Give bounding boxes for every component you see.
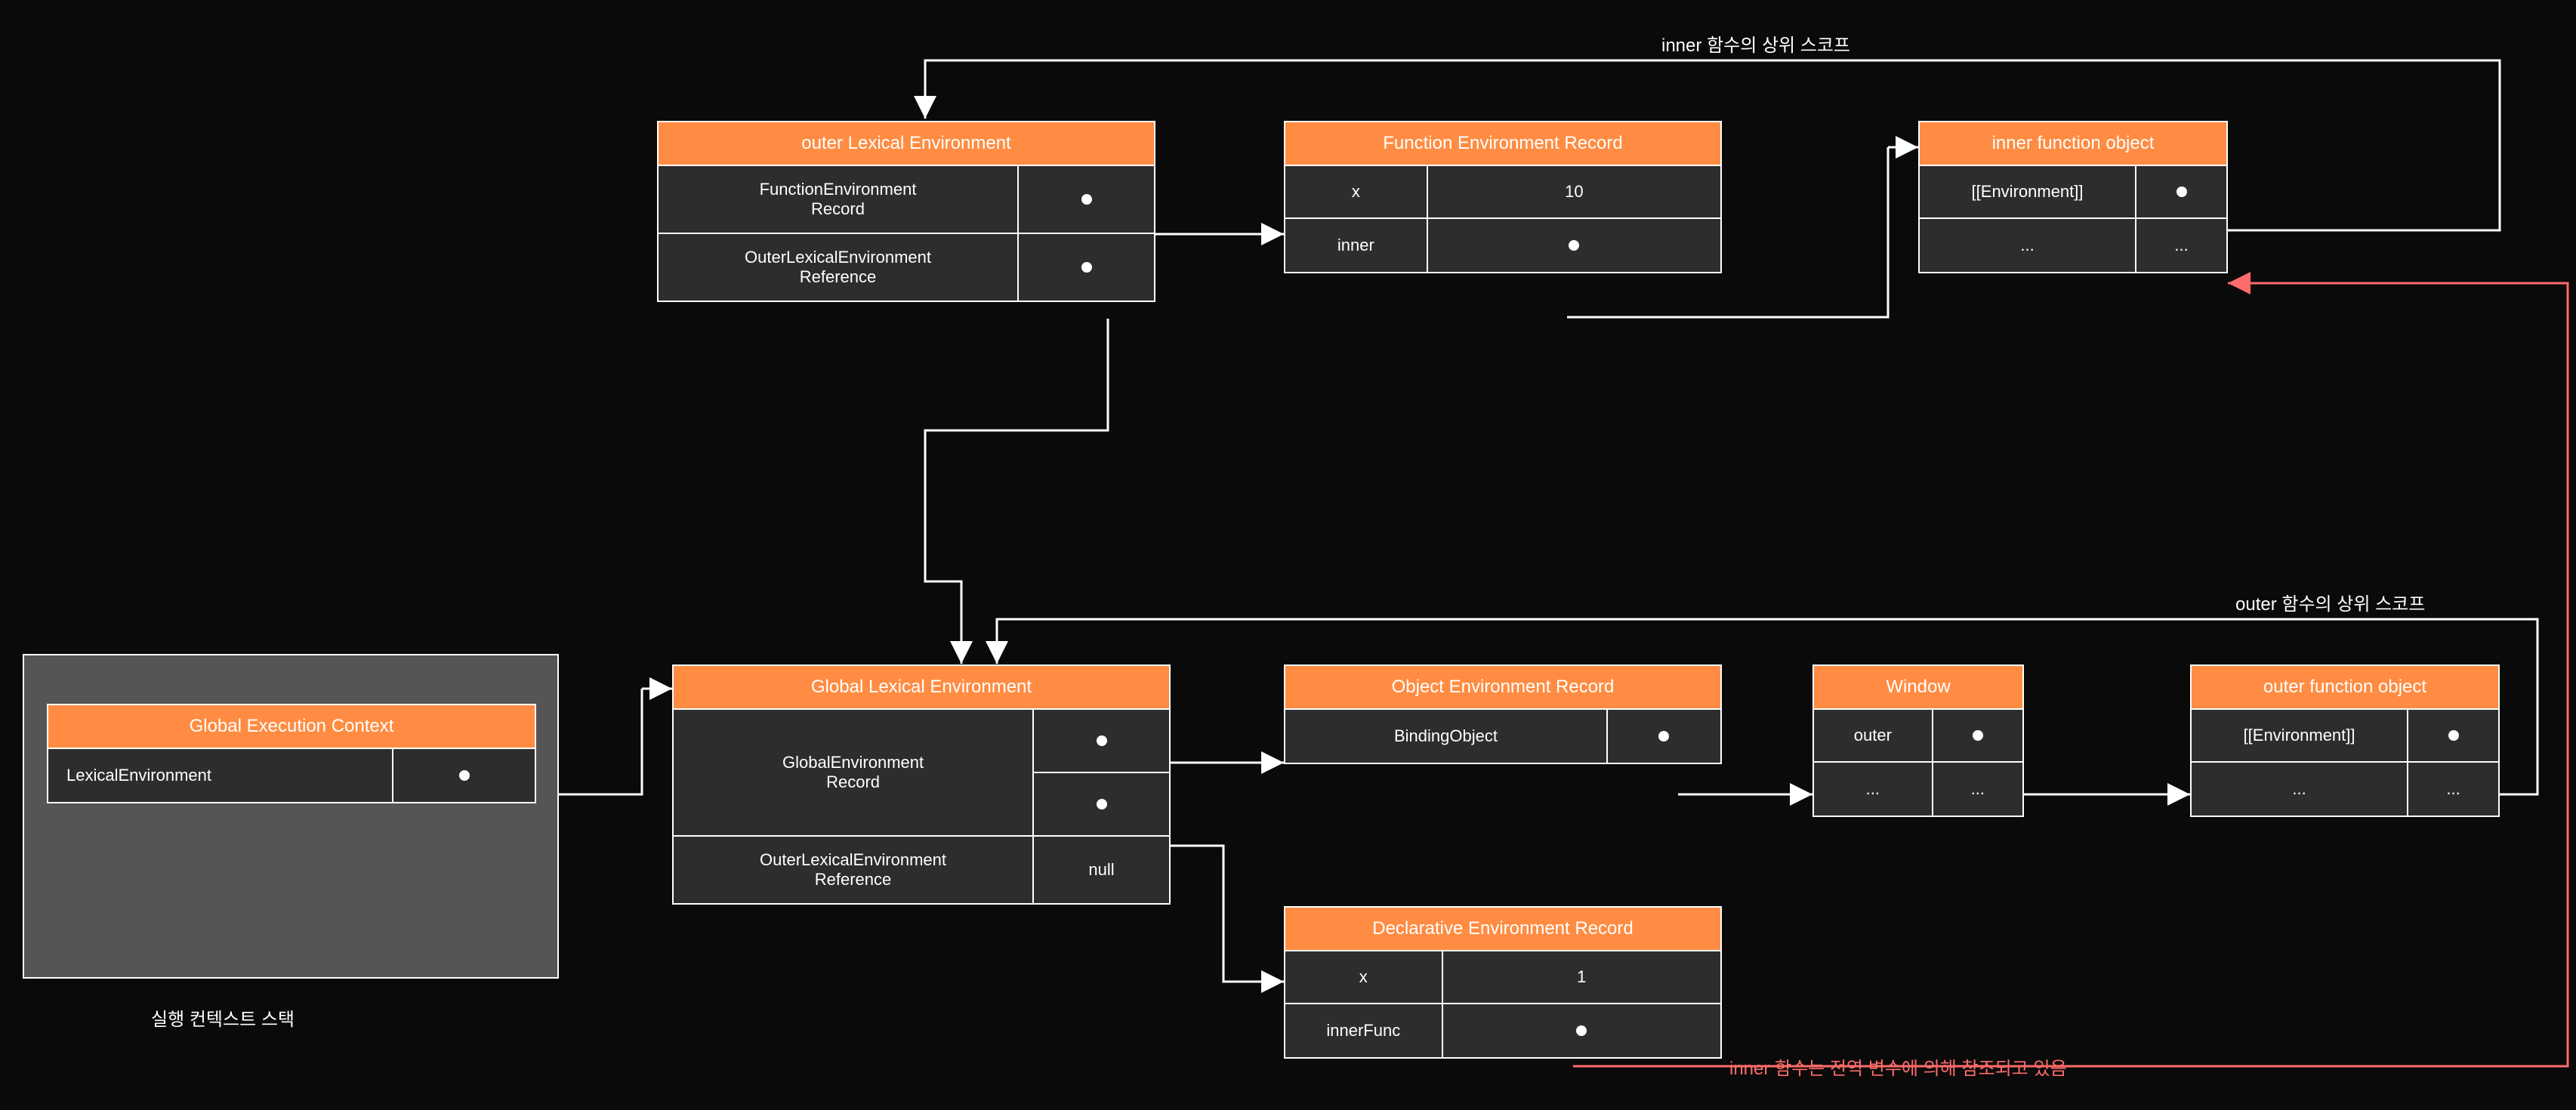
dot-icon — [1569, 240, 1579, 251]
label-inner-scope: inner 함수의 상위 스코프 — [1661, 30, 1850, 57]
cell-inner-label: inner — [1285, 219, 1428, 272]
box-global-execution-context: Global Execution Context LexicalEnvironm… — [47, 704, 536, 803]
header-global-ctx: Global Execution Context — [48, 705, 535, 749]
box-global-lexical-environment: Global Lexical Environment GlobalEnviron… — [672, 664, 1171, 905]
cell-inner-ellipsis2: ... — [2136, 219, 2226, 272]
header-func-env-rec: Function Environment Record — [1285, 122, 1720, 166]
cell-window-outer-ptr — [1933, 710, 2022, 763]
cell-lexenv-ptr — [393, 749, 535, 802]
dot-icon — [2176, 187, 2187, 197]
cell-global-outer-ref-label: OuterLexicalEnvironment Reference — [674, 837, 1034, 903]
cell-func-env-record-label: FunctionEnvironment Record — [659, 166, 1019, 234]
box-inner-function-object: inner function object [[Environment]] ..… — [1918, 121, 2228, 273]
label-inner-ref-note: inner 함수는 전역 변수에 의해 참조되고 있음 — [1729, 1053, 2067, 1080]
cell-decl-x-value: 1 — [1443, 951, 1720, 1004]
cell-binding-object-label: BindingObject — [1285, 710, 1608, 763]
box-object-env-record: Object Environment Record BindingObject — [1284, 664, 1722, 764]
cell-outer-ellipsis1: ... — [2192, 763, 2408, 816]
cell-x-value: 10 — [1428, 166, 1720, 219]
header-obj-env-rec: Object Environment Record — [1285, 666, 1720, 710]
label-stack-caption: 실행 컨텍스트 스택 — [151, 1004, 295, 1031]
header-outer-obj: outer function object — [2192, 666, 2498, 710]
cell-global-outer-ref-null: null — [1034, 837, 1169, 903]
cell-lexenv-label: LexicalEnvironment — [48, 749, 393, 802]
cell-binding-object-ptr — [1608, 710, 1720, 763]
dot-icon — [2448, 730, 2459, 741]
cell-inner-env-ptr — [2136, 166, 2226, 219]
cell-outer-lex-ref-ptr — [1019, 234, 1154, 301]
box-outer-lexical-environment: outer Lexical Environment FunctionEnviro… — [657, 121, 1155, 302]
cell-outer-env-label: [[Environment]] — [2192, 710, 2408, 763]
cell-decl-innerfunc-label: innerFunc — [1285, 1004, 1443, 1057]
header-decl-env-rec: Declarative Environment Record — [1285, 908, 1720, 951]
box-function-env-record: Function Environment Record x 10 inner — [1284, 121, 1722, 273]
cell-inner-ptr — [1428, 219, 1720, 272]
box-outer-function-object: outer function object [[Environment]] ..… — [2190, 664, 2500, 817]
cell-outer-ellipsis2: ... — [2408, 763, 2498, 816]
cell-outer-lex-ref-label: OuterLexicalEnvironment Reference — [659, 234, 1019, 301]
header-inner-obj: inner function object — [1920, 122, 2226, 166]
cell-window-ellipsis2: ... — [1933, 763, 2022, 816]
label-outer-scope: outer 함수의 상위 스코프 — [2235, 589, 2425, 615]
dot-icon — [1081, 262, 1092, 273]
cell-inner-ellipsis1: ... — [1920, 219, 2136, 272]
cell-x-label: x — [1285, 166, 1428, 219]
dot-icon — [1576, 1025, 1587, 1036]
header-window: Window — [1814, 666, 2022, 710]
header-global-lex-env: Global Lexical Environment — [674, 666, 1169, 710]
cell-global-env-rec-label: GlobalEnvironment Record — [674, 710, 1034, 837]
cell-global-env-rec-ptr2 — [1034, 773, 1169, 837]
cell-decl-innerfunc-ptr — [1443, 1004, 1720, 1057]
cell-outer-env-ptr — [2408, 710, 2498, 763]
cell-func-env-record-ptr — [1019, 166, 1154, 234]
cell-global-env-rec-ptr1 — [1034, 710, 1169, 773]
header-outer-lex-env: outer Lexical Environment — [659, 122, 1154, 166]
dot-icon — [1097, 735, 1107, 746]
dot-icon — [459, 770, 470, 781]
cell-inner-env-label: [[Environment]] — [1920, 166, 2136, 219]
cell-decl-x-label: x — [1285, 951, 1443, 1004]
dot-icon — [1658, 731, 1669, 742]
panel-execution-stack: Global Execution Context LexicalEnvironm… — [23, 654, 559, 979]
dot-icon — [1097, 799, 1107, 809]
box-declarative-env-record: Declarative Environment Record x 1 inner… — [1284, 906, 1722, 1059]
cell-window-outer-label: outer — [1814, 710, 1933, 763]
box-window: Window outer ... ... — [1812, 664, 2024, 817]
cell-window-ellipsis1: ... — [1814, 763, 1933, 816]
dot-icon — [1973, 730, 1983, 741]
dot-icon — [1081, 194, 1092, 205]
